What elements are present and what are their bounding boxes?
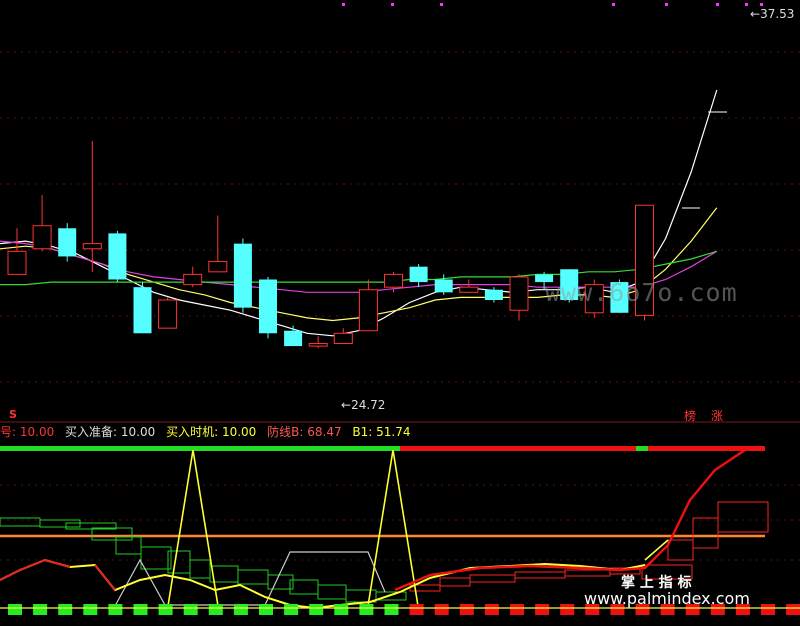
bottom-marker xyxy=(459,604,474,615)
red-box xyxy=(667,539,694,561)
rank-badge: 榜 xyxy=(684,409,697,423)
candle-body xyxy=(208,261,228,273)
bottom-marker xyxy=(484,604,499,615)
magenta-marker xyxy=(391,3,394,6)
chart-stage: { "chart_data": [ { "type": "candlestick… xyxy=(0,0,800,626)
bottom-marker xyxy=(83,604,98,615)
candle-body xyxy=(133,287,152,334)
b1-line-red xyxy=(0,558,71,581)
bottom-marker xyxy=(58,604,73,615)
green-box xyxy=(289,579,319,595)
red-box xyxy=(717,501,769,533)
green-box xyxy=(267,574,294,590)
green-box xyxy=(0,517,41,527)
candle-body xyxy=(82,243,102,250)
candle-body xyxy=(7,250,27,275)
bottom-marker xyxy=(8,604,22,615)
bottom-marker xyxy=(786,604,800,615)
signal-bar-green xyxy=(0,446,400,451)
candle-body xyxy=(409,266,428,283)
signal-bar-green xyxy=(636,446,648,451)
green-box xyxy=(140,546,172,570)
candle-body xyxy=(484,289,503,300)
red-box xyxy=(469,574,516,583)
bottom-marker xyxy=(33,604,48,615)
candle-body xyxy=(509,276,529,311)
candle-body xyxy=(233,243,252,308)
legend-signal: 号: 10.00 xyxy=(0,425,55,439)
candle-body xyxy=(259,279,277,334)
rise-badge: 涨 xyxy=(711,409,724,423)
magenta-marker xyxy=(342,3,345,6)
b1-line xyxy=(0,558,341,610)
magenta-marker xyxy=(612,3,615,6)
s-marker: S xyxy=(9,408,17,421)
red-box xyxy=(439,577,471,587)
bottom-marker xyxy=(133,604,148,615)
green-box xyxy=(345,589,377,603)
bottom-marker xyxy=(761,604,775,615)
b1-line-red xyxy=(94,564,116,591)
green-box xyxy=(189,559,211,579)
green-box xyxy=(91,527,133,541)
buy-timing-line xyxy=(167,449,219,607)
candle-body xyxy=(333,332,353,345)
chart-svg xyxy=(0,3,800,615)
bottom-marker xyxy=(259,604,273,615)
bottom-marker xyxy=(434,604,449,615)
legend-b1: B1: 51.74 xyxy=(352,425,411,439)
red-box xyxy=(692,517,719,549)
bottom-marker xyxy=(158,604,173,615)
candle-body xyxy=(58,228,77,257)
bottom-marker xyxy=(183,604,198,615)
bottom-marker xyxy=(510,604,524,615)
magenta-marker xyxy=(665,3,668,6)
magenta-marker xyxy=(745,3,748,6)
bottom-marker xyxy=(208,604,223,615)
candle-body xyxy=(358,289,378,332)
low-price-label: ←24.72 xyxy=(341,398,386,412)
bottom-marker xyxy=(309,604,324,615)
magenta-marker xyxy=(760,3,763,6)
green-box xyxy=(237,569,269,585)
candle-body xyxy=(158,299,178,329)
bottom-marker xyxy=(334,604,349,615)
bottom-marker xyxy=(108,604,123,615)
bottom-marker xyxy=(384,604,399,615)
legend-buy-timing: 买入时机: 10.00 xyxy=(166,425,257,439)
candle-body xyxy=(308,343,328,347)
bottom-marker xyxy=(560,604,575,615)
watermark-top: www.6o7o.com xyxy=(545,278,738,307)
candle-body xyxy=(32,225,52,250)
candle-body xyxy=(108,233,127,280)
magenta-marker xyxy=(716,3,719,6)
candle-body xyxy=(284,330,303,347)
indicator-legend: 号: 10.00 买入准备: 10.00 买入时机: 10.00 防线B: 68… xyxy=(0,425,411,439)
candle-body xyxy=(183,273,203,286)
signal-bar-red xyxy=(400,446,765,451)
high-price-label: ←37.53 xyxy=(750,7,795,21)
candle-body xyxy=(434,279,453,293)
bottom-marker xyxy=(359,604,374,615)
candle-body xyxy=(459,286,479,293)
bottom-marker xyxy=(233,604,248,615)
url-watermark: www.palmindex.com xyxy=(584,589,750,608)
magenta-marker xyxy=(440,3,443,6)
brand-watermark: 掌 上 指 标 xyxy=(621,575,692,591)
bottom-marker xyxy=(409,604,424,615)
green-box xyxy=(317,584,347,600)
red-box xyxy=(514,571,566,579)
candle-body xyxy=(384,273,403,288)
legend-defense-b: 防线B: 68.47 xyxy=(267,425,342,439)
red-box xyxy=(564,569,611,577)
legend-buy-prepare: 买入准备: 10.00 xyxy=(65,425,156,439)
bottom-marker xyxy=(535,604,550,615)
bottom-marker xyxy=(284,604,299,615)
